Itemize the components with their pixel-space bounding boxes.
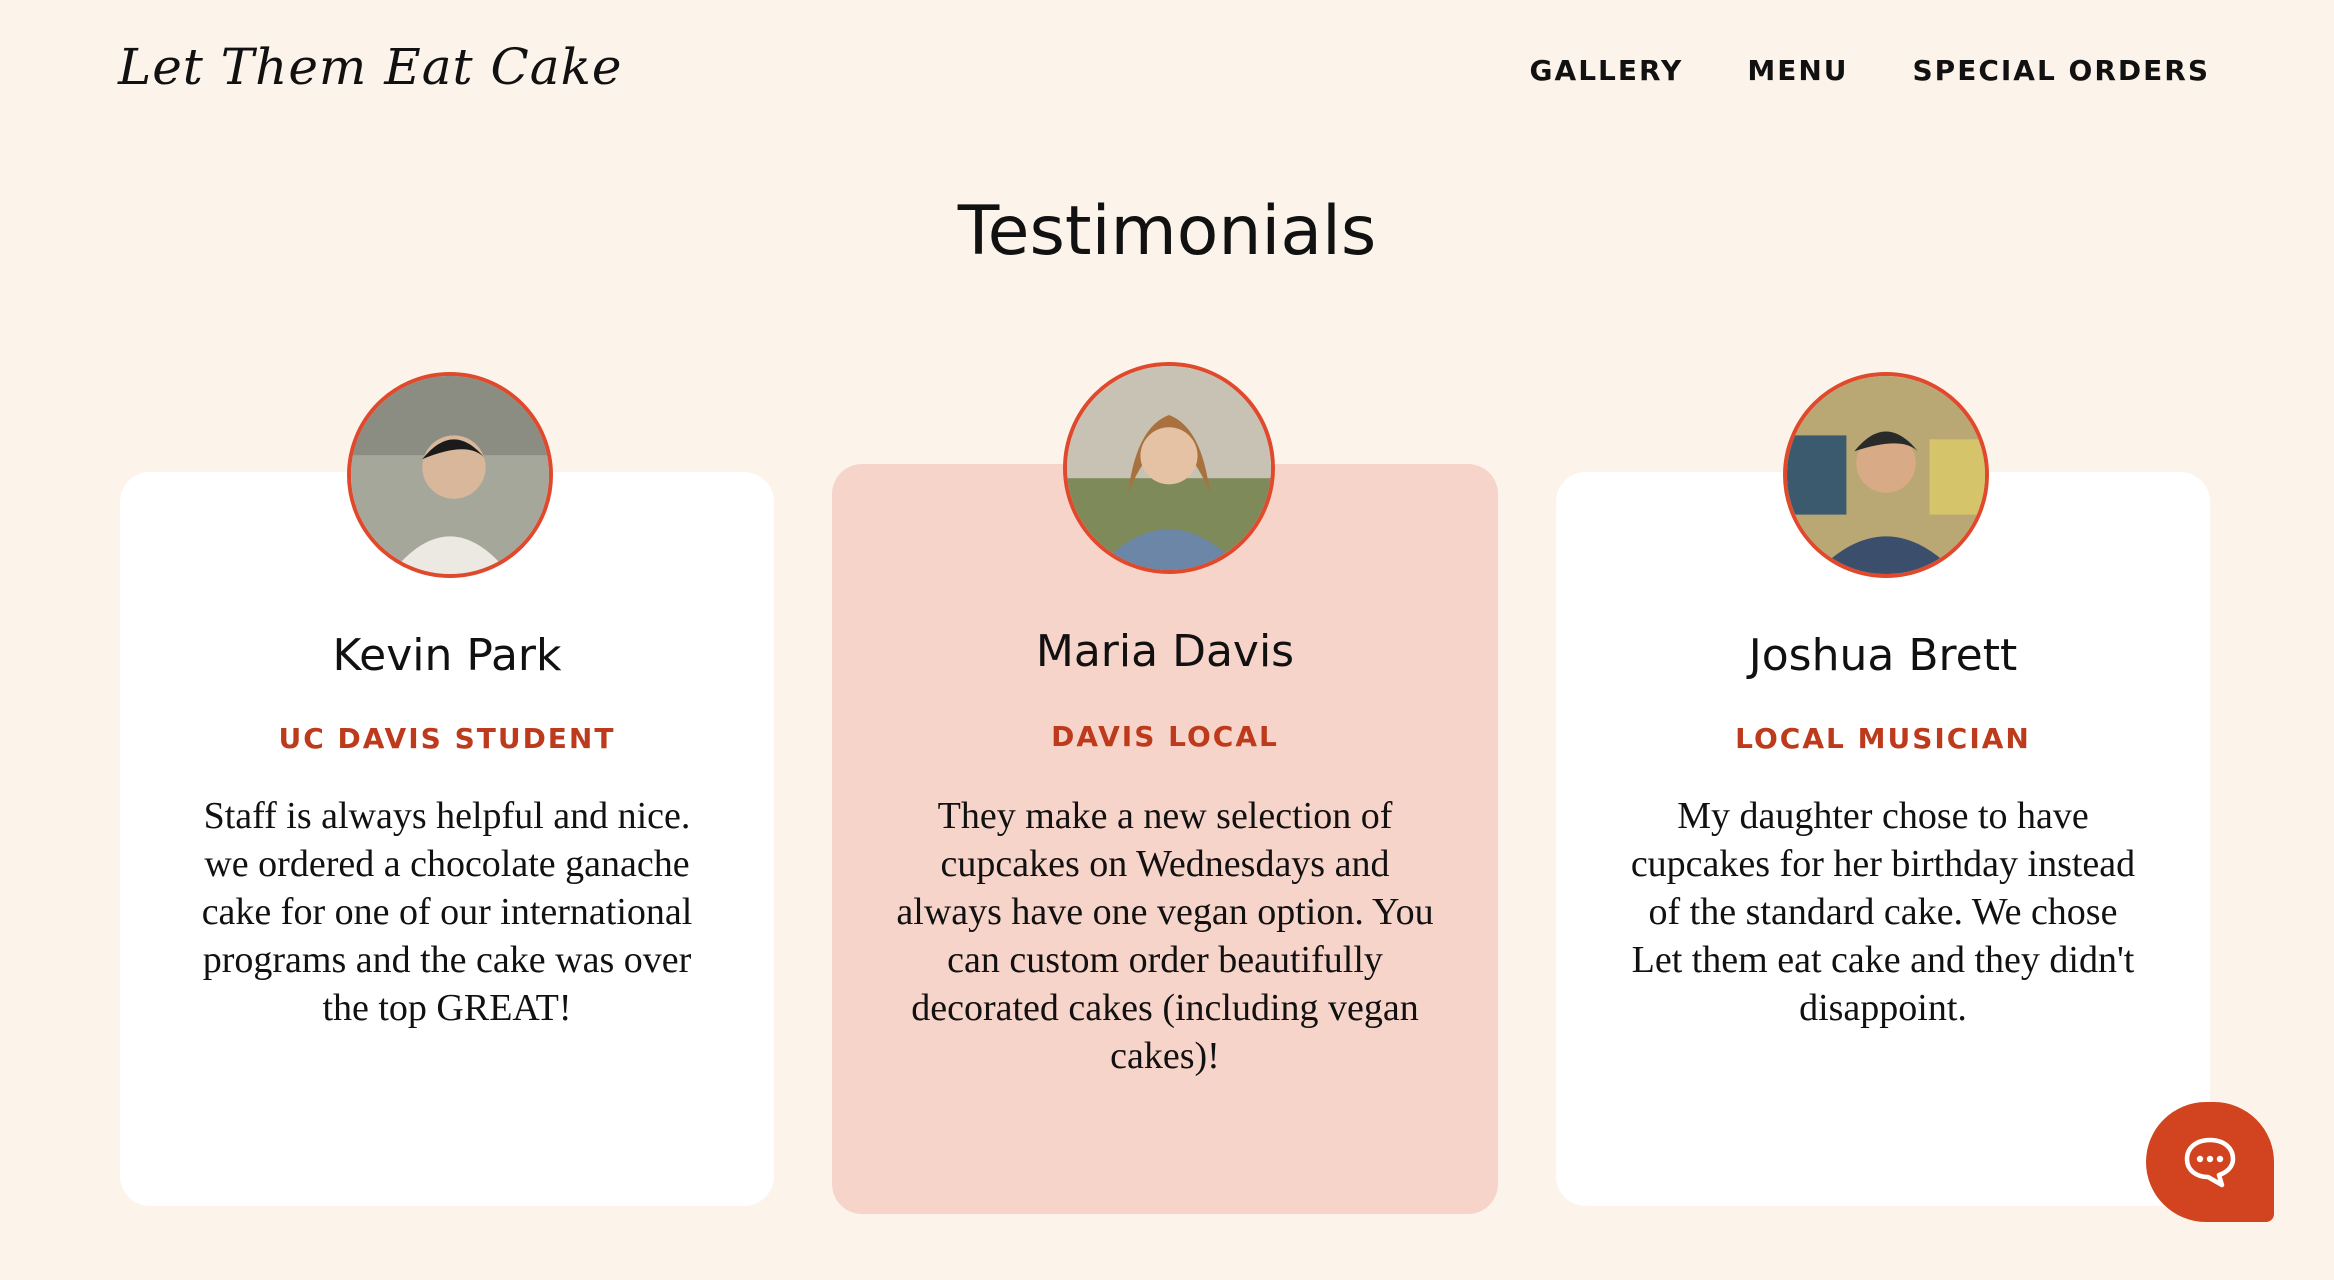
- testimonial-quote: My daughter chose to have cupcakes for h…: [1630, 795, 2136, 1029]
- testimonial-name: Joshua Brett: [1748, 630, 2018, 681]
- page: Let Them Eat Cake GALLERY MENU SPECIAL O…: [0, 0, 2334, 1280]
- avatar-photo-icon: [1067, 366, 1271, 570]
- testimonial-card: Joshua Brett LOCAL MUSICIAN My daughter …: [1556, 472, 2210, 1206]
- avatar-photo-icon: [1787, 376, 1985, 574]
- nav-menu[interactable]: MENU: [1747, 54, 1848, 87]
- testimonial-quote: Staff is always helpful and nice. we ord…: [201, 795, 693, 1029]
- testimonial-name: Kevin Park: [332, 630, 562, 681]
- nav-gallery[interactable]: GALLERY: [1530, 54, 1684, 87]
- testimonial-role: LOCAL MUSICIAN: [1735, 722, 2031, 755]
- testimonial-name: Maria Davis: [1035, 626, 1295, 677]
- main-nav: GALLERY MENU SPECIAL ORDERS: [1530, 54, 2210, 87]
- testimonial-quote: They make a new selection of cupcakes on…: [896, 795, 1434, 1077]
- nav-special-orders[interactable]: SPECIAL ORDERS: [1913, 54, 2211, 87]
- avatar: [1063, 362, 1275, 574]
- testimonial-card-featured: Maria Davis DAVIS LOCAL They make a new …: [832, 464, 1498, 1214]
- avatar-photo-icon: [351, 376, 549, 574]
- avatar: [347, 372, 553, 578]
- section-title: Testimonials: [957, 192, 1377, 271]
- avatar: [1783, 372, 1989, 578]
- chat-bubble-icon: [2184, 1137, 2236, 1188]
- testimonial-role: DAVIS LOCAL: [1051, 720, 1279, 753]
- testimonial-card: Kevin Park UC DAVIS STUDENT Staff is alw…: [120, 472, 774, 1206]
- chat-button[interactable]: [2146, 1102, 2274, 1222]
- testimonial-role: UC DAVIS STUDENT: [278, 722, 616, 755]
- site-logo[interactable]: Let Them Eat Cake: [118, 38, 622, 96]
